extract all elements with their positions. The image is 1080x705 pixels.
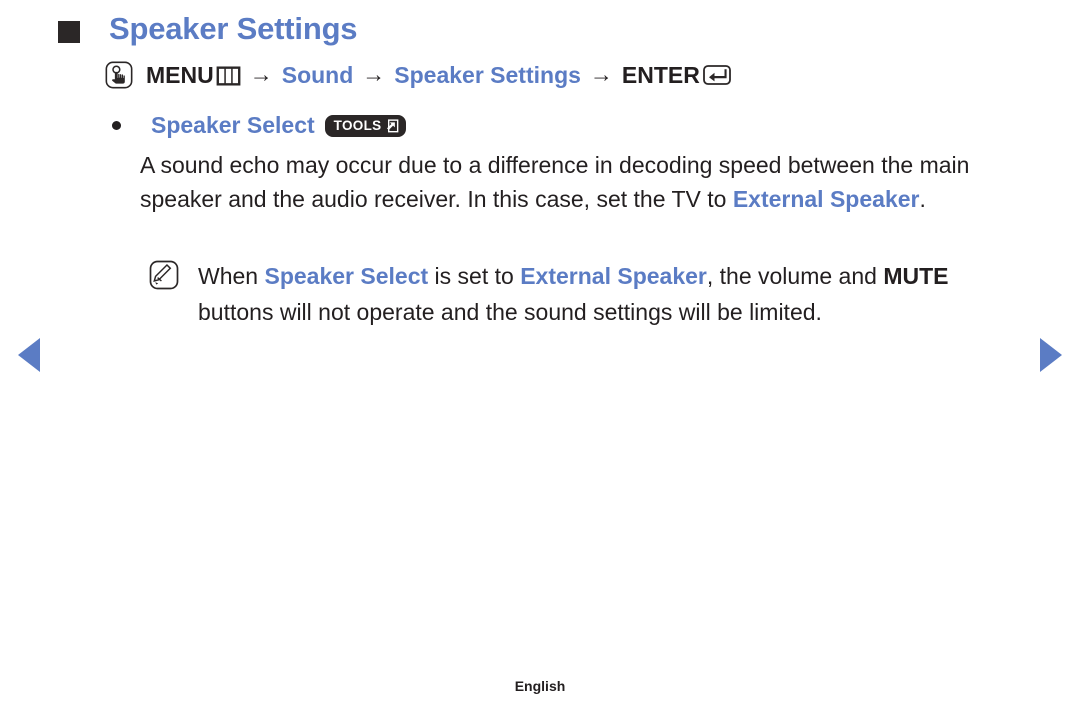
path-arrow-1: → (249, 60, 273, 87)
note-prefix: When (198, 263, 265, 289)
note-term-speaker-select: Speaker Select (264, 263, 429, 289)
menu-path-step-sound: Sound (281, 61, 354, 88)
footer-language-label: English (514, 678, 566, 694)
path-arrow-3: → (589, 60, 613, 87)
body-highlight-external-speaker: External Speaker (732, 186, 920, 212)
path-arrow-2: → (362, 60, 386, 87)
note-bold-mute: MUTE (883, 263, 949, 289)
page-title-row: Speaker Settings (58, 11, 358, 46)
manual-page: Speaker Settings MENU → Sound → Speaker … (0, 0, 1080, 705)
next-page-arrow-icon[interactable] (1040, 338, 1062, 372)
menu-path-step-speaker-settings: Speaker Settings (394, 61, 581, 88)
note-term-external-speaker: External Speaker (520, 263, 707, 289)
hand-press-icon (104, 60, 134, 90)
bullet-item-label: Speaker Select (151, 112, 315, 138)
enter-button-label: ENTER (621, 61, 700, 88)
menu-grid-icon (216, 65, 241, 86)
note-block: When Speaker Select is set to External S… (148, 258, 1020, 330)
menu-path: MENU → Sound → Speaker Settings → ENTER (104, 60, 731, 90)
note-suffix: buttons will not operate and the sound s… (198, 299, 822, 325)
tools-badge-label: TOOLS (333, 117, 382, 133)
note-pencil-icon (148, 259, 180, 291)
note-mid1: is set to (428, 263, 521, 289)
note-text: When Speaker Select is set to External S… (198, 258, 1018, 330)
body-text-part2: . (919, 186, 926, 212)
page-title: Speaker Settings (109, 11, 358, 46)
note-mid2: , the volume and (706, 263, 884, 289)
tools-arrow-icon (384, 118, 399, 133)
menu-button-label: MENU (146, 61, 214, 88)
title-square-bullet-icon (58, 21, 80, 43)
tools-badge[interactable]: TOOLS (324, 114, 407, 137)
speaker-select-item: Speaker Select TOOLS (112, 112, 407, 139)
body-paragraph: A sound echo may occur due to a differen… (140, 148, 1020, 216)
previous-page-arrow-icon[interactable] (18, 338, 40, 372)
enter-key-icon (702, 64, 731, 86)
bullet-dot-icon (112, 121, 121, 130)
